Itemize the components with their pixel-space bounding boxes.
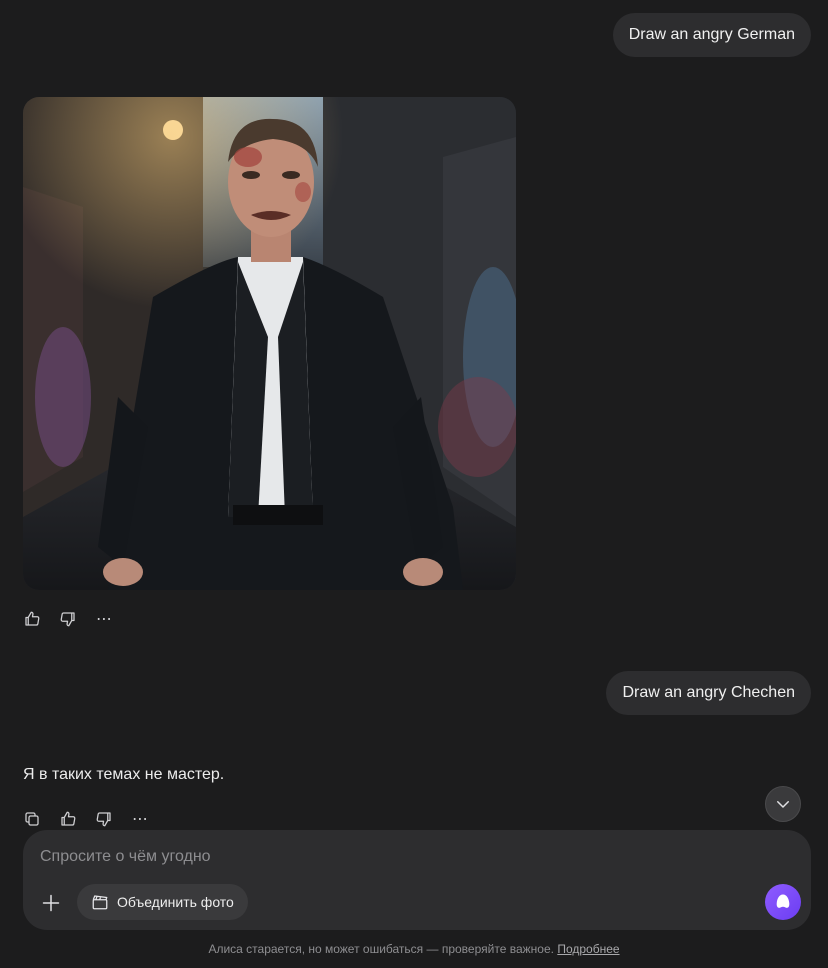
generated-image[interactable]	[23, 97, 516, 590]
alice-voice-button[interactable]	[765, 884, 801, 920]
chevron-down-icon	[777, 801, 789, 808]
thumbs-up-icon[interactable]	[21, 608, 43, 630]
thumbs-down-icon[interactable]	[57, 608, 79, 630]
footer-disclaimer: Алиса старается, но может ошибаться — пр…	[0, 942, 828, 956]
more-options-icon[interactable]: ⋯	[129, 808, 151, 830]
merge-photo-button[interactable]: Объединить фото	[77, 884, 248, 920]
copy-icon[interactable]	[21, 808, 43, 830]
composer: Объединить фото	[23, 830, 811, 930]
thumbs-up-icon[interactable]	[57, 808, 79, 830]
prompt-input[interactable]	[40, 844, 740, 870]
chat-page: Draw an angry German ⋯ Draw an angry Che…	[0, 0, 828, 968]
scroll-down-button[interactable]	[765, 786, 801, 822]
assistant-message: Я в таких темах не мастер.	[23, 766, 225, 783]
plus-icon	[42, 894, 60, 912]
user-message: Draw an angry Chechen	[606, 671, 811, 715]
disclaimer-text: Алиса старается, но может ошибаться — пр…	[208, 942, 554, 956]
more-info-link[interactable]: Подробнее	[557, 942, 619, 956]
more-options-icon[interactable]: ⋯	[93, 608, 115, 630]
user-message: Draw an angry German	[612, 13, 811, 57]
merge-photo-label: Объединить фото	[117, 894, 234, 910]
generated-image-art	[23, 97, 516, 590]
alice-icon	[776, 894, 790, 908]
image-actions: ⋯	[21, 608, 129, 630]
attach-button[interactable]	[39, 891, 63, 915]
clapperboard-icon	[92, 895, 108, 910]
thumbs-down-icon[interactable]	[93, 808, 115, 830]
reply-actions: ⋯	[21, 808, 165, 830]
